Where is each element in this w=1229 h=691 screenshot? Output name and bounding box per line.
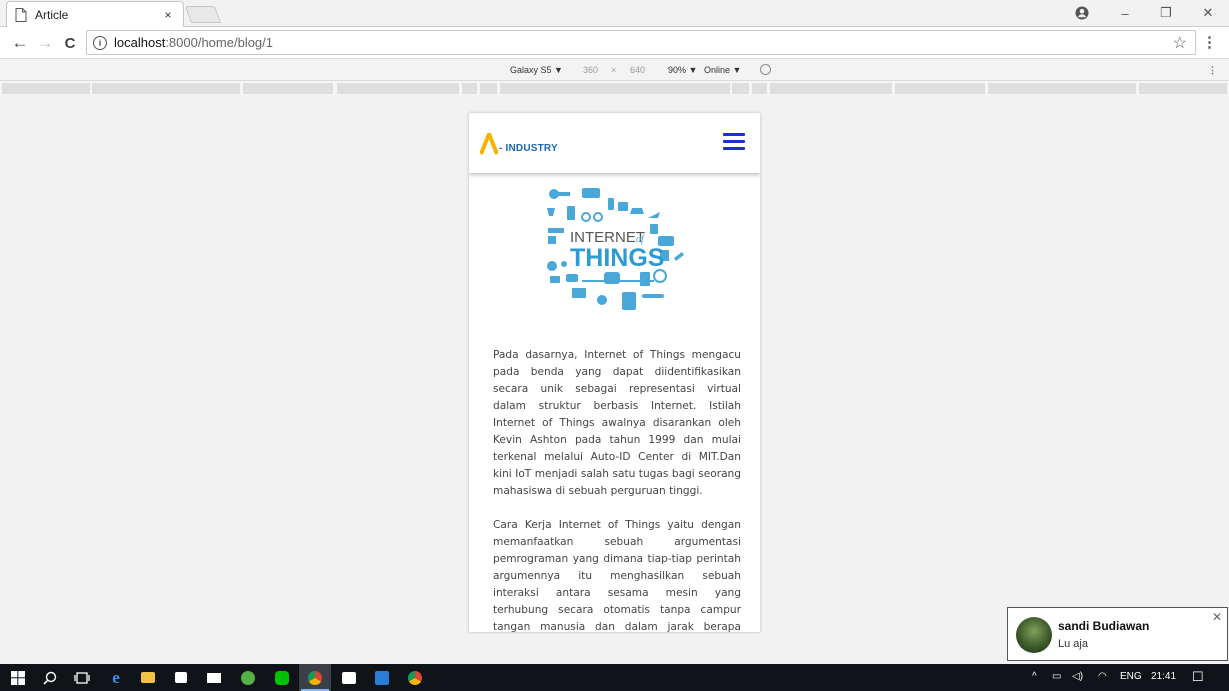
line-taskbar-button[interactable]	[266, 664, 298, 691]
browser-toolbar: ← → C i localhost:8000/home/blog/1 ☆ ⋮	[0, 27, 1229, 59]
forward-button[interactable]: →	[33, 31, 57, 55]
search-button[interactable]	[34, 664, 66, 691]
media-query-segment[interactable]	[1139, 83, 1227, 94]
bookmark-star-icon[interactable]: ☆	[1173, 33, 1187, 53]
photos-icon	[342, 671, 356, 684]
network-select[interactable]: Online ▼	[704, 65, 741, 75]
media-query-segment[interactable]	[337, 83, 459, 94]
media-query-bar	[0, 82, 1229, 95]
store-taskbar-button[interactable]	[165, 664, 197, 691]
task-view-button[interactable]	[66, 664, 98, 691]
device-toolbar-menu-icon[interactable]: ⋮	[1208, 65, 1217, 76]
rotate-icon[interactable]	[760, 64, 771, 75]
avatar	[1016, 617, 1052, 653]
file-explorer-taskbar-button[interactable]	[132, 664, 164, 691]
dimension-times: ×	[611, 65, 617, 75]
info-icon[interactable]: i	[93, 35, 107, 50]
media-query-segment[interactable]	[752, 83, 767, 94]
back-button[interactable]: ←	[8, 31, 32, 55]
logo-text[interactable]: - INDUSTRY	[499, 143, 558, 154]
windows-logo-icon	[11, 670, 25, 685]
line-chat-icon	[275, 670, 289, 685]
document-app-icon	[375, 670, 389, 685]
media-query-segment[interactable]	[2, 83, 90, 94]
mail-taskbar-button[interactable]	[198, 664, 230, 691]
media-query-segment[interactable]	[480, 83, 497, 94]
globe-app-icon	[241, 670, 255, 685]
media-query-segment[interactable]	[988, 83, 1136, 94]
word-taskbar-button[interactable]	[366, 664, 398, 691]
device-viewport: - INDUSTRY INTERNET of THINGS Pada dasar…	[0, 95, 1229, 664]
media-query-segment[interactable]	[500, 83, 730, 94]
mobile-page: - INDUSTRY INTERNET of THINGS Pada dasar…	[469, 113, 760, 632]
media-query-segment[interactable]	[895, 83, 985, 94]
site-navbar: - INDUSTRY	[469, 113, 760, 173]
edge-taskbar-button[interactable]: e	[100, 664, 132, 691]
chrome-taskbar-button-2[interactable]	[399, 664, 431, 691]
article-body: Pada dasarnya, Internet of Things mengac…	[493, 347, 741, 632]
restore-button[interactable]: ❐	[1146, 0, 1186, 26]
account-icon[interactable]	[1062, 0, 1102, 26]
tab-title: Article	[35, 7, 69, 22]
zoom-select[interactable]: 90% ▼	[668, 65, 697, 75]
url-host: localhost	[114, 35, 166, 50]
search-icon	[43, 671, 57, 685]
reload-button[interactable]: C	[58, 31, 82, 55]
hamburger-menu-icon[interactable]	[723, 133, 745, 151]
tab-article[interactable]: Article ×	[6, 1, 184, 27]
notification-close-icon[interactable]: ✕	[1212, 610, 1222, 624]
media-query-segment[interactable]	[732, 83, 749, 94]
notification-sender: sandi Budiawan	[1058, 619, 1150, 633]
address-bar[interactable]: i localhost:8000/home/blog/1 ☆	[86, 30, 1196, 55]
volume-icon[interactable]: ◁)	[1072, 671, 1083, 682]
mail-icon	[207, 672, 221, 683]
iot-image-word-things: THINGS	[570, 244, 664, 272]
app-taskbar-button[interactable]	[232, 664, 264, 691]
device-height[interactable]: 640	[630, 65, 645, 75]
chrome-icon	[308, 670, 322, 685]
new-tab-button[interactable]	[184, 6, 222, 23]
browser-menu-icon[interactable]: ⋮	[1202, 33, 1217, 51]
chrome-icon	[408, 670, 422, 685]
store-icon	[175, 672, 187, 683]
internet-of-things-image: INTERNET of THINGS	[547, 188, 684, 310]
notification-message: Lu aja	[1058, 638, 1088, 650]
folder-icon	[141, 672, 155, 683]
media-query-segment[interactable]	[462, 83, 477, 94]
article-paragraph: Cara Kerja Internet of Things yaitu deng…	[493, 519, 741, 632]
article-paragraph: Pada dasarnya, Internet of Things mengac…	[493, 349, 741, 497]
device-width[interactable]: 360	[583, 65, 598, 75]
logo-icon[interactable]	[480, 133, 498, 155]
windows-taskbar: e ^ ▭ ◁) ◠ ENG 21:41 ☐	[0, 664, 1229, 691]
tray-chevron-icon[interactable]: ^	[1032, 671, 1037, 682]
action-center-icon[interactable]: ☐	[1192, 669, 1204, 685]
browser-tabstrip: Article × – ❐ ✕	[0, 0, 1229, 27]
photos-taskbar-button[interactable]	[333, 664, 365, 691]
clock[interactable]: 21:41	[1151, 671, 1176, 682]
task-view-icon	[74, 671, 90, 684]
minimize-button[interactable]: –	[1105, 0, 1145, 26]
device-toolbar: Galaxy S5 ▼ 360 × 640 90% ▼ Online ▼ ⋮	[0, 60, 1229, 81]
media-query-segment[interactable]	[770, 83, 892, 94]
wifi-icon[interactable]: ◠	[1098, 671, 1107, 682]
battery-icon[interactable]: ▭	[1052, 671, 1061, 682]
document-icon	[15, 7, 27, 22]
url-path: :8000/home/blog/1	[165, 35, 274, 50]
media-query-segment[interactable]	[92, 83, 240, 94]
tab-close-icon[interactable]: ×	[161, 8, 175, 22]
start-button[interactable]	[2, 664, 34, 691]
device-select[interactable]: Galaxy S5 ▼	[510, 65, 563, 75]
close-window-button[interactable]: ✕	[1188, 0, 1228, 26]
edge-icon: e	[112, 667, 120, 687]
account-icon-glyph	[1075, 6, 1089, 20]
chrome-taskbar-button[interactable]	[299, 664, 331, 691]
language-indicator[interactable]: ENG	[1120, 671, 1142, 682]
media-query-segment[interactable]	[243, 83, 333, 94]
chat-notification[interactable]: sandi Budiawan Lu aja ✕	[1007, 607, 1228, 661]
